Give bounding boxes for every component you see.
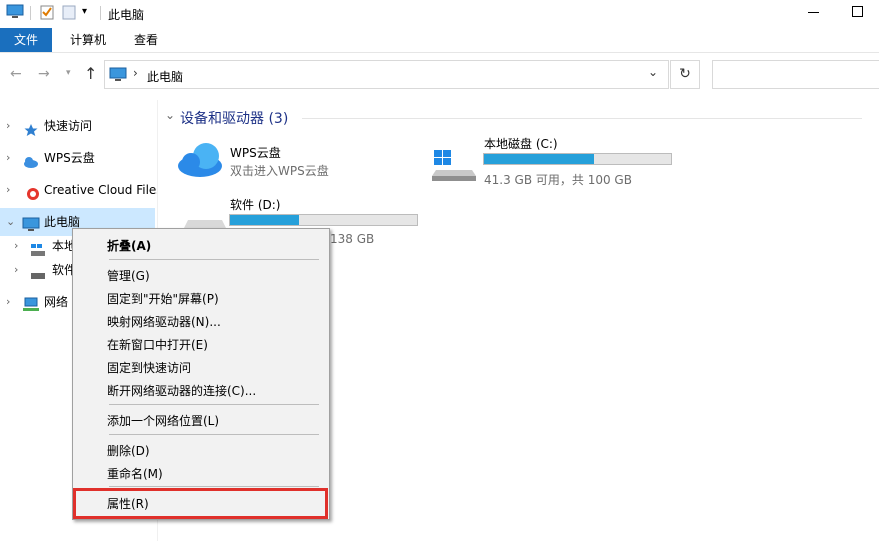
chevron-right-icon[interactable]: › (6, 176, 10, 204)
group-header[interactable]: 设备和驱动器 (3) (180, 108, 288, 128)
chevron-down-icon[interactable]: ⌄ (165, 108, 175, 122)
maximize-button[interactable] (842, 2, 872, 22)
minimize-button[interactable] (798, 2, 828, 22)
address-bar[interactable]: › 此电脑 ⌄ (104, 60, 669, 89)
chevron-right-icon[interactable]: › (6, 288, 10, 316)
sidebar-item-wps-cloud[interactable]: › WPS云盘 (0, 144, 155, 172)
drive-icon (30, 263, 46, 284)
drive-subtitle: 138 GB (330, 232, 375, 246)
menu-item-map-drive[interactable]: 映射网络驱动器(N)... (107, 313, 221, 330)
sidebar-item-label: 网络 (44, 295, 69, 309)
sidebar-item-quick-access[interactable]: › 快速访问 (0, 112, 155, 140)
drive-subtitle: 41.3 GB 可用，共 100 GB (484, 173, 632, 187)
drive-name: 软件 (D:) (230, 198, 281, 212)
drive-usage-bar (483, 153, 672, 165)
forward-arrow-icon[interactable]: → (38, 66, 50, 82)
menu-separator (109, 404, 319, 405)
sidebar-item-network[interactable]: › 网络 (0, 288, 72, 316)
divider (302, 118, 862, 119)
refresh-button[interactable]: ↻ (670, 60, 700, 89)
chevron-right-icon[interactable]: › (14, 256, 18, 284)
new-folder-quick-icon[interactable] (62, 4, 76, 23)
sidebar-item-software[interactable]: › 软件 (0, 256, 72, 284)
windows-drive-icon (432, 148, 478, 185)
window-title: 此电脑 (108, 8, 145, 22)
title-bar: ▾ 此电脑 (0, 0, 879, 26)
chevron-down-icon[interactable]: ⌄ (648, 65, 658, 79)
menu-item-pin-quick-access[interactable]: 固定到快速访问 (107, 359, 191, 376)
tab-file[interactable]: 文件 (0, 28, 53, 52)
sidebar-item-label: 软件 (52, 263, 72, 277)
menu-item-pin-start[interactable]: 固定到"开始"屏幕(P) (107, 290, 219, 307)
menu-item-delete[interactable]: 删除(D) (107, 442, 150, 459)
star-icon (24, 119, 38, 147)
this-pc-icon (109, 67, 127, 86)
menu-item-disconnect-drive[interactable]: 断开网络驱动器的连接(C)... (107, 382, 256, 399)
divider (100, 6, 101, 20)
address-location[interactable]: 此电脑 (147, 68, 183, 85)
sidebar-item-label: WPS云盘 (44, 151, 95, 165)
tab-view[interactable]: 查看 (120, 28, 172, 52)
drive-subtitle: 双击进入WPS云盘 (230, 164, 329, 178)
menu-item-manage[interactable]: 管理(G) (107, 267, 150, 284)
creative-cloud-icon (26, 183, 40, 204)
context-menu: 折叠(A) 管理(G) 固定到"开始"屏幕(P) 映射网络驱动器(N)... 在… (72, 228, 330, 520)
ribbon-tabs: 文件 计算机 查看 (0, 28, 879, 53)
drive-item-c[interactable]: 本地磁盘 (C:) 41.3 GB 可用，共 100 GB (430, 134, 675, 188)
recent-locations-icon[interactable]: ▾ (66, 68, 71, 78)
menu-item-add-network-location[interactable]: 添加一个网络位置(L) (107, 412, 219, 429)
drive-name: WPS云盘 (230, 146, 281, 160)
drive-item-wps-cloud[interactable]: WPS云盘 双击进入WPS云盘 (176, 138, 396, 184)
sidebar-item-label: Creative Cloud Files (44, 183, 157, 197)
sidebar-item-label: 快速访问 (44, 119, 93, 133)
menu-separator (109, 259, 319, 260)
menu-item-rename[interactable]: 重命名(M) (107, 465, 163, 482)
chevron-right-icon[interactable]: › (6, 112, 10, 140)
menu-separator (109, 486, 319, 487)
wps-cloud-icon (176, 140, 224, 181)
divider (30, 6, 31, 20)
sidebar-item-creative-cloud[interactable]: › Creative Cloud Files (0, 176, 157, 204)
search-input[interactable] (712, 60, 879, 89)
chevron-right-icon[interactable]: › (6, 144, 10, 172)
drive-usage-bar (229, 214, 418, 226)
drive-name: 本地磁盘 (C:) (484, 137, 558, 151)
customize-toolbar-icon[interactable]: ▾ (82, 6, 87, 17)
menu-separator (109, 434, 319, 435)
up-arrow-icon[interactable]: ↑ (84, 64, 97, 83)
menu-item-open-new-window[interactable]: 在新窗口中打开(E) (107, 336, 208, 353)
network-icon (22, 295, 40, 316)
cloud-icon (23, 151, 39, 179)
back-arrow-icon[interactable]: ← (10, 66, 22, 82)
this-pc-icon[interactable] (6, 4, 24, 23)
highlight-box (73, 488, 328, 519)
drive-usage-fill (230, 215, 300, 225)
chevron-right-icon[interactable]: › (133, 66, 138, 80)
tab-computer[interactable]: 计算机 (56, 28, 120, 52)
properties-quick-icon[interactable] (40, 4, 54, 23)
drive-usage-fill (484, 154, 594, 164)
menu-item-collapse[interactable]: 折叠(A) (107, 237, 151, 254)
